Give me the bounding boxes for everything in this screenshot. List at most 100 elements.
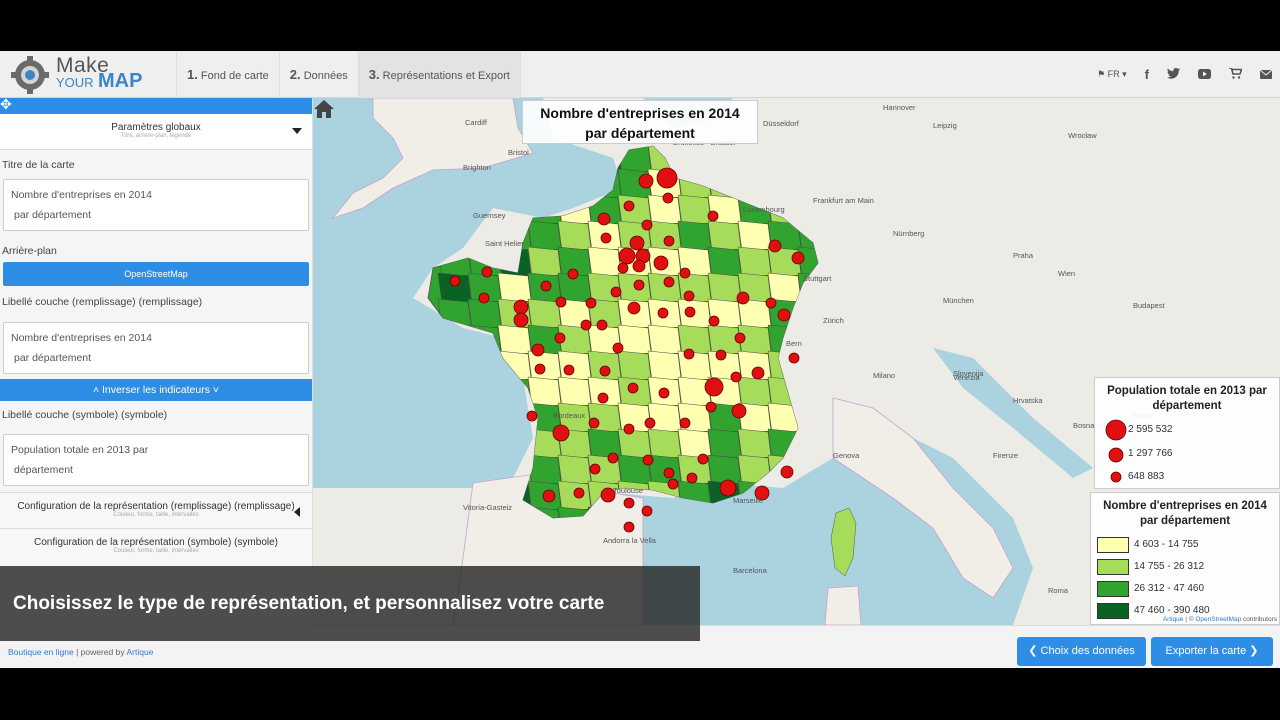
cart-icon[interactable]: [1229, 66, 1243, 82]
artique-link[interactable]: Artique: [126, 647, 153, 657]
config-fill-title: Configuration de la représentation (remp…: [17, 501, 295, 512]
top-navbar: Make YOUR MAP 1. Fond de carte 2. Donnée…: [0, 51, 1280, 98]
makeyourmap-logo[interactable]: Make YOUR MAP: [10, 53, 170, 95]
population-marker: [708, 315, 720, 327]
legend-swatch: [1097, 581, 1129, 597]
textarea-line: Population totale en 2013 par: [11, 444, 149, 456]
population-marker: [662, 192, 674, 204]
population-marker: [707, 210, 719, 222]
population-marker: [599, 365, 611, 377]
population-marker: [580, 319, 592, 331]
background-select-button[interactable]: OpenStreetMap: [3, 262, 309, 286]
mail-icon[interactable]: [1259, 68, 1273, 82]
population-marker: [481, 266, 493, 278]
tutorial-caption: Choisissez le type de représentation, et…: [0, 566, 700, 641]
twitter-icon[interactable]: [1167, 67, 1180, 82]
population-marker: [623, 497, 635, 509]
department-polygon: [677, 220, 712, 252]
department-polygon: [737, 376, 772, 408]
facebook-icon[interactable]: f: [1145, 67, 1149, 82]
place-label: Vitoria-Gasteiz: [463, 503, 512, 512]
department-polygon: [767, 376, 802, 408]
symbol-legend-title: Population totale en 2013 par départemen…: [1095, 378, 1279, 414]
population-marker: [730, 371, 742, 383]
map-title-box[interactable]: Nombre d'entreprises en 2014 par départe…: [522, 100, 758, 144]
department-polygon: [737, 146, 772, 174]
department-polygon: [707, 146, 742, 174]
invert-indicators-button[interactable]: ˄ Inverser les indicateurs ˅: [0, 379, 312, 401]
back-to-data-button[interactable]: ❮ Choix des données: [1017, 637, 1146, 666]
place-label: Milano: [873, 371, 895, 380]
population-marker: [679, 417, 691, 429]
department-polygon: [707, 246, 742, 278]
population-marker: [623, 423, 635, 435]
place-label: Firenze: [993, 451, 1018, 460]
legend-class-label: 26 312 - 47 460: [1134, 583, 1205, 594]
department-polygon: [828, 325, 861, 355]
place-label: Guernsey: [473, 211, 506, 220]
population-marker: [684, 306, 696, 318]
department-polygon: [707, 220, 742, 252]
tab-representations-export[interactable]: 3. Représentations et Export: [357, 51, 521, 98]
population-marker: [780, 465, 794, 479]
export-map-button[interactable]: Exporter la carte ❯: [1151, 637, 1273, 666]
attribution-artique-link[interactable]: Artique: [1163, 616, 1184, 623]
symbol-layer-textarea[interactable]: Population totale en 2013 par départemen…: [3, 434, 309, 486]
config-symbol-section[interactable]: Configuration de la représentation (symb…: [0, 528, 312, 564]
population-marker: [513, 299, 529, 315]
population-marker: [563, 364, 575, 376]
department-polygon: [557, 376, 592, 408]
department-polygon: [617, 428, 652, 460]
shop-link[interactable]: Boutique en ligne: [8, 647, 74, 657]
department-polygon: [797, 220, 818, 252]
population-marker: [658, 387, 670, 399]
population-marker: [679, 267, 691, 279]
tab-donnees[interactable]: 2. Données: [278, 51, 358, 98]
population-marker: [542, 489, 556, 503]
global-params-dropdown[interactable]: Paramètres globaux Titre, arrière-plan, …: [0, 114, 312, 150]
department-polygon: [737, 454, 772, 486]
panel-drag-handle[interactable]: ✥: [0, 98, 312, 114]
invert-label: Inverser les indicateurs: [102, 384, 210, 396]
department-polygon: [707, 428, 742, 460]
department-polygon: [677, 146, 712, 174]
legend-value: 2 595 532: [1128, 424, 1173, 435]
population-marker: [642, 454, 654, 466]
population-marker: [589, 463, 601, 475]
place-label: Bristol: [508, 148, 529, 157]
fill-layer-textarea[interactable]: Nombre d'entreprises en 2014 par départe…: [3, 322, 309, 374]
map-title-line: Nombre d'entreprises en 2014: [540, 105, 740, 121]
department-polygon: [467, 298, 502, 330]
tab-fond-de-carte[interactable]: 1. Fond de carte: [176, 51, 279, 98]
department-polygon: [497, 324, 532, 356]
tab-number: 1.: [187, 67, 198, 82]
population-marker: [768, 239, 782, 253]
attribution-osm-link[interactable]: OpenStreetMap: [1195, 616, 1241, 623]
map-canvas[interactable]: Cardiff Bristol Brighton Guernsey Saint Heli…: [313, 98, 1280, 625]
youtube-icon[interactable]: [1198, 68, 1211, 82]
move-icon: ✥: [0, 98, 12, 112]
legend-class-label: 4 603 - 14 755: [1134, 539, 1199, 550]
place-label: Toulouse: [613, 486, 643, 495]
map-title-line: par département: [585, 125, 695, 141]
config-fill-section[interactable]: Configuration de la représentation (remp…: [0, 492, 312, 528]
language-selector[interactable]: ⚑ FR ▾: [1097, 69, 1127, 80]
population-marker: [704, 377, 724, 397]
home-icon[interactable]: [313, 98, 335, 120]
textarea-line: département: [14, 464, 73, 476]
department-polygon: [647, 350, 682, 382]
department-polygon: [767, 428, 802, 460]
tab-number: 2.: [289, 67, 301, 82]
map-title-textarea[interactable]: Nombre d'entreprises en 2014 par départe…: [3, 179, 309, 231]
department-polygon: [557, 454, 592, 486]
legend-class-label: 14 755 - 26 312: [1134, 561, 1205, 572]
population-marker: [513, 312, 529, 328]
population-marker: [657, 307, 669, 319]
population-marker: [617, 262, 629, 274]
department-polygon: [527, 220, 562, 252]
population-marker: [731, 403, 747, 419]
population-marker: [686, 472, 698, 484]
department-polygon: [647, 402, 682, 434]
department-polygon: [677, 168, 712, 200]
department-polygon: [617, 402, 652, 434]
